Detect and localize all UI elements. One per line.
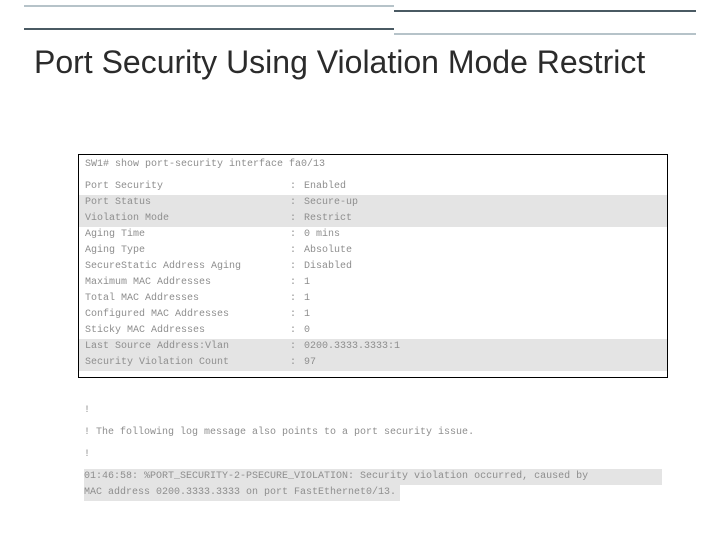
rule-dark-right: [394, 10, 696, 12]
row-colon: :: [290, 259, 304, 275]
row-colon: :: [290, 211, 304, 227]
log-line-1: 01:46:58: %PORT_SECURITY-2-PSECURE_VIOLA…: [84, 469, 662, 485]
command-text: SW1# show port-security interface fa0/13: [85, 157, 325, 173]
row-key: Last Source Address:Vlan: [85, 339, 290, 355]
table-row: Last Source Address:Vlan : 0200.3333.333…: [79, 339, 667, 355]
row-colon: :: [290, 291, 304, 307]
terminal-output: SW1# show port-security interface fa0/13…: [78, 154, 668, 378]
row-colon: :: [290, 355, 304, 371]
row-key: Aging Type: [85, 243, 290, 259]
table-row: Security Violation Count : 97: [79, 355, 667, 371]
rule-dark-left: [24, 28, 394, 30]
rule-light-left: [24, 5, 394, 7]
table-row: Maximum MAC Addresses : 1: [79, 275, 667, 291]
row-key: Configured MAC Addresses: [85, 307, 290, 323]
table-row: SecureStatic Address Aging : Disabled: [79, 259, 667, 275]
row-val: Disabled: [304, 259, 352, 275]
command-line: SW1# show port-security interface fa0/13: [79, 157, 667, 173]
row-val: 0: [304, 323, 310, 339]
row-colon: :: [290, 275, 304, 291]
table-row: Violation Mode : Restrict: [79, 211, 667, 227]
row-val: 1: [304, 275, 310, 291]
row-val: 97: [304, 355, 316, 371]
table-row: Aging Time : 0 mins: [79, 227, 667, 243]
row-val: 0200.3333.3333:1: [304, 339, 400, 355]
table-row: Port Status : Secure-up: [79, 195, 667, 211]
table-row: Sticky MAC Addresses : 0: [79, 323, 667, 339]
rule-light-right: [394, 33, 696, 35]
row-val: 1: [304, 291, 310, 307]
row-key: Aging Time: [85, 227, 290, 243]
row-key: Port Security: [85, 179, 290, 195]
table-row: Configured MAC Addresses : 1: [79, 307, 667, 323]
row-val: 0 mins: [304, 227, 340, 243]
row-colon: :: [290, 323, 304, 339]
row-key: Maximum MAC Addresses: [85, 275, 290, 291]
row-val: Secure-up: [304, 195, 358, 211]
row-colon: :: [290, 339, 304, 355]
row-key: SecureStatic Address Aging: [85, 259, 290, 275]
log-text-1: 01:46:58: %PORT_SECURITY-2-PSECURE_VIOLA…: [84, 471, 588, 482]
table-row: Port Security : Enabled: [79, 179, 667, 195]
log-line-2: MAC address 0200.3333.3333 on port FastE…: [84, 485, 662, 501]
row-colon: :: [290, 195, 304, 211]
note-bang: !: [84, 447, 662, 463]
row-val: Absolute: [304, 243, 352, 259]
row-key: Total MAC Addresses: [85, 291, 290, 307]
row-val: Enabled: [304, 179, 346, 195]
row-val: 1: [304, 307, 310, 323]
note-message: ! The following log message also points …: [84, 425, 662, 441]
row-colon: :: [290, 179, 304, 195]
log-text-2: MAC address 0200.3333.3333 on port FastE…: [84, 485, 400, 501]
row-key: Sticky MAC Addresses: [85, 323, 290, 339]
table-row: Aging Type : Absolute: [79, 243, 667, 259]
slide-top-rules: [0, 0, 720, 34]
row-key: Security Violation Count: [85, 355, 290, 371]
slide: Port Security Using Violation Mode Restr…: [0, 0, 720, 540]
row-key: Port Status: [85, 195, 290, 211]
row-key: Violation Mode: [85, 211, 290, 227]
table-row: Total MAC Addresses : 1: [79, 291, 667, 307]
row-colon: :: [290, 307, 304, 323]
row-colon: :: [290, 227, 304, 243]
notes-block: ! ! The following log message also point…: [78, 403, 668, 501]
slide-title: Port Security Using Violation Mode Restr…: [34, 44, 686, 80]
note-bang: !: [84, 403, 662, 419]
row-colon: :: [290, 243, 304, 259]
row-val: Restrict: [304, 211, 352, 227]
